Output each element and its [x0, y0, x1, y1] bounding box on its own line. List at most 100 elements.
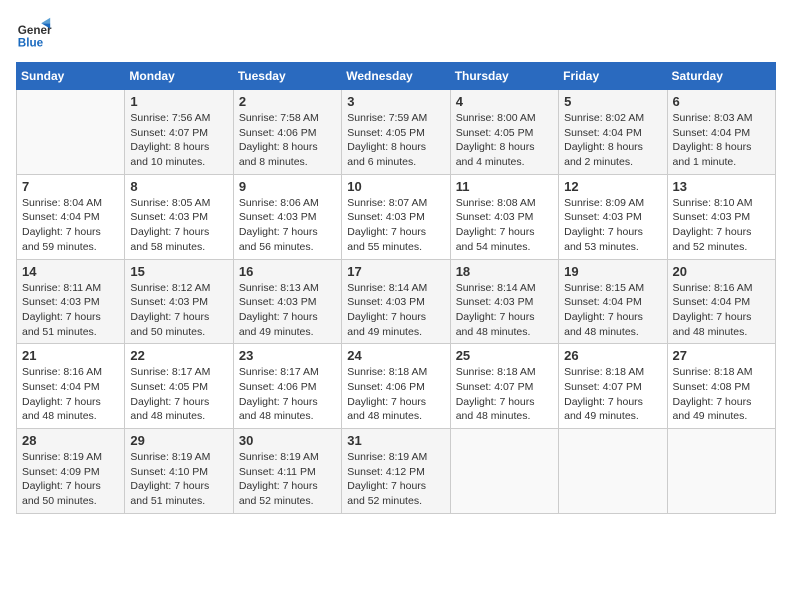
day-info: Sunrise: 8:18 AMSunset: 4:07 PMDaylight:… — [564, 365, 661, 424]
day-info: Sunrise: 8:08 AMSunset: 4:03 PMDaylight:… — [456, 196, 553, 255]
calendar-cell: 30 Sunrise: 8:19 AMSunset: 4:11 PMDayligh… — [233, 429, 341, 514]
day-info: Sunrise: 8:19 AMSunset: 4:09 PMDaylight:… — [22, 450, 119, 509]
day-info: Sunrise: 7:59 AMSunset: 4:05 PMDaylight:… — [347, 111, 444, 170]
day-info: Sunrise: 8:12 AMSunset: 4:03 PMDaylight:… — [130, 281, 227, 340]
day-number: 2 — [239, 94, 336, 109]
calendar-cell: 6 Sunrise: 8:03 AMSunset: 4:04 PMDaylight… — [667, 90, 775, 175]
calendar-cell: 8Sunrise: 8:05 AMSunset: 4:03 PMDaylight… — [125, 174, 233, 259]
day-number: 29 — [130, 433, 227, 448]
day-number: 6 — [673, 94, 770, 109]
day-number: 13 — [673, 179, 770, 194]
calendar-cell: 26 Sunrise: 8:18 AMSunset: 4:07 PMDayligh… — [559, 344, 667, 429]
day-info: Sunrise: 8:03 AMSunset: 4:04 PMDaylight:… — [673, 111, 770, 170]
calendar-week-row: 7 Sunrise: 8:04 AMSunset: 4:04 PMDaylight… — [17, 174, 776, 259]
day-info: Sunrise: 8:07 AMSunset: 4:03 PMDaylight:… — [347, 196, 444, 255]
day-info: Sunrise: 8:14 AMSunset: 4:03 PMDaylight:… — [347, 281, 444, 340]
day-number: 14 — [22, 264, 119, 279]
day-info: Sunrise: 8:00 AMSunset: 4:05 PMDaylight:… — [456, 111, 553, 170]
day-info: Sunrise: 8:13 AMSunset: 4:03 PMDaylight:… — [239, 281, 336, 340]
day-info: Sunrise: 8:04 AMSunset: 4:04 PMDaylight:… — [22, 196, 119, 255]
calendar-cell: 18Sunrise: 8:14 AMSunset: 4:03 PMDayligh… — [450, 259, 558, 344]
calendar-cell: 15 Sunrise: 8:12 AMSunset: 4:03 PMDayligh… — [125, 259, 233, 344]
calendar-cell: 7 Sunrise: 8:04 AMSunset: 4:04 PMDaylight… — [17, 174, 125, 259]
calendar-cell: 5 Sunrise: 8:02 AMSunset: 4:04 PMDaylight… — [559, 90, 667, 175]
day-number: 27 — [673, 348, 770, 363]
calendar-header-friday: Friday — [559, 63, 667, 90]
day-number: 12 — [564, 179, 661, 194]
day-number: 26 — [564, 348, 661, 363]
day-info: Sunrise: 8:06 AMSunset: 4:03 PMDaylight:… — [239, 196, 336, 255]
calendar-week-row: 21 Sunrise: 8:16 AMSunset: 4:04 PMDayligh… — [17, 344, 776, 429]
calendar-cell: 14Sunrise: 8:11 AMSunset: 4:03 PMDayligh… — [17, 259, 125, 344]
calendar-cell: 25Sunrise: 8:18 AMSunset: 4:07 PMDayligh… — [450, 344, 558, 429]
day-number: 23 — [239, 348, 336, 363]
calendar-header-wednesday: Wednesday — [342, 63, 450, 90]
calendar-cell: 19 Sunrise: 8:15 AMSunset: 4:04 PMDayligh… — [559, 259, 667, 344]
calendar-cell: 2 Sunrise: 7:58 AMSunset: 4:06 PMDaylight… — [233, 90, 341, 175]
day-info: Sunrise: 8:19 AMSunset: 4:12 PMDaylight:… — [347, 450, 444, 509]
day-number: 16 — [239, 264, 336, 279]
day-number: 5 — [564, 94, 661, 109]
day-info: Sunrise: 8:19 AMSunset: 4:11 PMDaylight:… — [239, 450, 336, 509]
calendar-cell: 16 Sunrise: 8:13 AMSunset: 4:03 PMDayligh… — [233, 259, 341, 344]
day-info: Sunrise: 8:09 AMSunset: 4:03 PMDaylight:… — [564, 196, 661, 255]
day-number: 20 — [673, 264, 770, 279]
calendar-header-tuesday: Tuesday — [233, 63, 341, 90]
day-number: 9 — [239, 179, 336, 194]
day-number: 19 — [564, 264, 661, 279]
logo: General Blue — [16, 16, 56, 52]
day-number: 11 — [456, 179, 553, 194]
calendar-cell: 4 Sunrise: 8:00 AMSunset: 4:05 PMDaylight… — [450, 90, 558, 175]
calendar-cell: 3Sunrise: 7:59 AMSunset: 4:05 PMDaylight… — [342, 90, 450, 175]
calendar-cell: 13 Sunrise: 8:10 AMSunset: 4:03 PMDayligh… — [667, 174, 775, 259]
day-info: Sunrise: 8:19 AMSunset: 4:10 PMDaylight:… — [130, 450, 227, 509]
calendar-cell: 27 Sunrise: 8:18 AMSunset: 4:08 PMDayligh… — [667, 344, 775, 429]
calendar-cell: 28 Sunrise: 8:19 AMSunset: 4:09 PMDayligh… — [17, 429, 125, 514]
day-number: 4 — [456, 94, 553, 109]
day-info: Sunrise: 7:58 AMSunset: 4:06 PMDaylight:… — [239, 111, 336, 170]
day-info: Sunrise: 8:17 AMSunset: 4:05 PMDaylight:… — [130, 365, 227, 424]
day-info: Sunrise: 8:18 AMSunset: 4:08 PMDaylight:… — [673, 365, 770, 424]
calendar-header-row: SundayMondayTuesdayWednesdayThursdayFrid… — [17, 63, 776, 90]
calendar-week-row: 14Sunrise: 8:11 AMSunset: 4:03 PMDayligh… — [17, 259, 776, 344]
day-info: Sunrise: 8:14 AMSunset: 4:03 PMDaylight:… — [456, 281, 553, 340]
day-number: 10 — [347, 179, 444, 194]
day-info: Sunrise: 8:18 AMSunset: 4:06 PMDaylight:… — [347, 365, 444, 424]
calendar-cell: 9 Sunrise: 8:06 AMSunset: 4:03 PMDaylight… — [233, 174, 341, 259]
calendar-header-thursday: Thursday — [450, 63, 558, 90]
calendar-cell: 11 Sunrise: 8:08 AMSunset: 4:03 PMDayligh… — [450, 174, 558, 259]
calendar-cell: 21 Sunrise: 8:16 AMSunset: 4:04 PMDayligh… — [17, 344, 125, 429]
calendar-header-sunday: Sunday — [17, 63, 125, 90]
calendar-cell: 22 Sunrise: 8:17 AMSunset: 4:05 PMDayligh… — [125, 344, 233, 429]
day-number: 28 — [22, 433, 119, 448]
calendar-cell: 24 Sunrise: 8:18 AMSunset: 4:06 PMDayligh… — [342, 344, 450, 429]
calendar-cell: 23 Sunrise: 8:17 AMSunset: 4:06 PMDayligh… — [233, 344, 341, 429]
day-info: Sunrise: 8:15 AMSunset: 4:04 PMDaylight:… — [564, 281, 661, 340]
calendar-cell: 12 Sunrise: 8:09 AMSunset: 4:03 PMDayligh… — [559, 174, 667, 259]
day-number: 15 — [130, 264, 227, 279]
calendar-cell: 20 Sunrise: 8:16 AMSunset: 4:04 PMDayligh… — [667, 259, 775, 344]
day-number: 21 — [22, 348, 119, 363]
day-number: 17 — [347, 264, 444, 279]
day-number: 24 — [347, 348, 444, 363]
calendar-week-row: 28 Sunrise: 8:19 AMSunset: 4:09 PMDayligh… — [17, 429, 776, 514]
day-info: Sunrise: 7:56 AMSunset: 4:07 PMDaylight:… — [130, 111, 227, 170]
day-info: Sunrise: 8:16 AMSunset: 4:04 PMDaylight:… — [673, 281, 770, 340]
calendar-cell — [559, 429, 667, 514]
day-info: Sunrise: 8:17 AMSunset: 4:06 PMDaylight:… — [239, 365, 336, 424]
calendar-header-monday: Monday — [125, 63, 233, 90]
calendar-cell — [17, 90, 125, 175]
calendar-cell — [667, 429, 775, 514]
day-number: 30 — [239, 433, 336, 448]
day-info: Sunrise: 8:02 AMSunset: 4:04 PMDaylight:… — [564, 111, 661, 170]
day-info: Sunrise: 8:18 AMSunset: 4:07 PMDaylight:… — [456, 365, 553, 424]
calendar-cell: 1Sunrise: 7:56 AMSunset: 4:07 PMDaylight… — [125, 90, 233, 175]
calendar-cell: 17 Sunrise: 8:14 AMSunset: 4:03 PMDayligh… — [342, 259, 450, 344]
calendar-table: SundayMondayTuesdayWednesdayThursdayFrid… — [16, 62, 776, 514]
day-number: 22 — [130, 348, 227, 363]
day-number: 7 — [22, 179, 119, 194]
calendar-cell: 31Sunrise: 8:19 AMSunset: 4:12 PMDayligh… — [342, 429, 450, 514]
day-info: Sunrise: 8:10 AMSunset: 4:03 PMDaylight:… — [673, 196, 770, 255]
day-info: Sunrise: 8:16 AMSunset: 4:04 PMDaylight:… — [22, 365, 119, 424]
day-number: 8 — [130, 179, 227, 194]
